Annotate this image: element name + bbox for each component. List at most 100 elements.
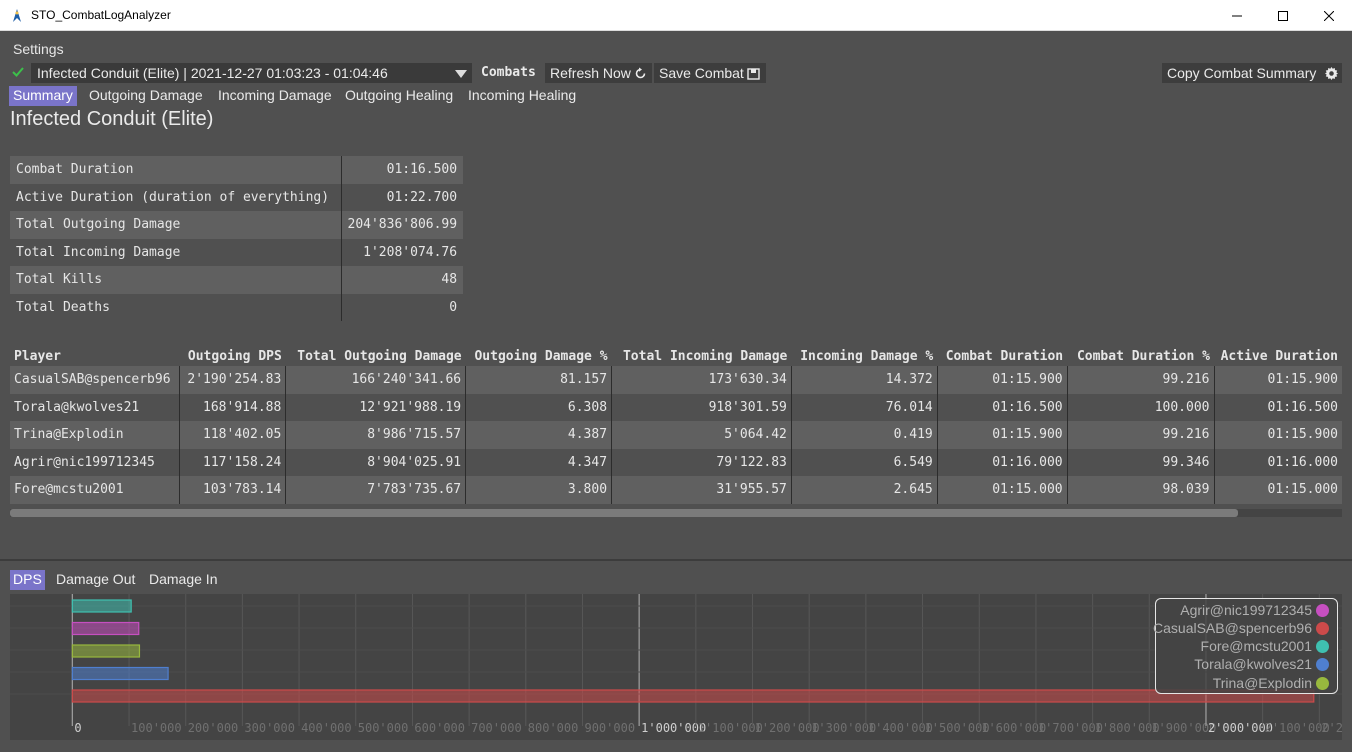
- chart-bar[interactable]: [71, 644, 141, 658]
- table-cell: 4.347: [465, 448, 612, 476]
- chart-bar[interactable]: [71, 599, 132, 613]
- table-cell: 7'783'735.67: [285, 476, 466, 504]
- tab-incoming-damage[interactable]: Incoming Damage: [214, 86, 336, 106]
- table-cell: 6.549: [790, 448, 938, 476]
- table-cell: 99.216: [1066, 366, 1214, 394]
- save-combat-label: Save Combat: [659, 65, 744, 81]
- x-tick-label: 500'000: [358, 721, 409, 735]
- refresh-button[interactable]: Refresh Now: [545, 63, 652, 83]
- column-header[interactable]: Total Incoming Damage: [612, 344, 792, 366]
- x-tick-label: 1'400'000: [868, 721, 933, 735]
- table-row[interactable]: CasualSAB@spencerb96 2'190'254.83 166'240'…: [10, 366, 1342, 394]
- x-tick-label: 2'000'000: [1208, 721, 1273, 735]
- column-header[interactable]: Player: [10, 344, 180, 366]
- table-cell: 918'301.59: [611, 393, 792, 421]
- scrollbar-thumb[interactable]: [10, 509, 1238, 517]
- summary-row: Active Duration (duration of everything)…: [10, 183, 464, 211]
- tab-outgoing-healing[interactable]: Outgoing Healing: [341, 86, 457, 106]
- combat-select[interactable]: Infected Conduit (Elite) | 2021-12-27 01…: [31, 63, 472, 83]
- summary-label: Total Incoming Damage: [10, 238, 341, 266]
- table-cell: 98.039: [1066, 476, 1214, 504]
- x-tick-label: 300'000: [244, 721, 295, 735]
- refresh-icon: [635, 67, 646, 78]
- dps-chart[interactable]: 0 100'000 200'000 300'000 400'000 500'000 600'…: [10, 594, 1342, 740]
- x-tick-label: 1'100'000: [698, 721, 763, 735]
- table-cell: 100.000: [1066, 393, 1214, 421]
- page-title: Infected Conduit (Elite): [10, 108, 214, 130]
- summary-label: Combat Duration: [10, 156, 341, 184]
- minimize-button[interactable]: [1214, 0, 1260, 31]
- table-cell: 6.308: [465, 393, 612, 421]
- legend-item[interactable]: CasualSAB@spencerb96: [1153, 619, 1329, 637]
- x-tick-label: 1'800'000: [1095, 721, 1160, 735]
- tab-outgoing-damage[interactable]: Outgoing Damage: [85, 86, 207, 106]
- table-cell: 99.216: [1066, 421, 1214, 449]
- summary-value: 01:16.500: [340, 156, 464, 184]
- refresh-label: Refresh Now: [550, 65, 631, 81]
- table-cell: 01:16.500: [936, 393, 1068, 421]
- table-cell: 01:15.000: [1213, 476, 1342, 504]
- legend-item[interactable]: Agrir@nic199712345: [1180, 601, 1329, 619]
- combat-select-value: Infected Conduit (Elite) | 2021-12-27 01…: [37, 65, 388, 81]
- table-row[interactable]: Fore@mcstu2001 103'783.14 7'783'735.67 3.80…: [10, 476, 1342, 504]
- tab-dps[interactable]: DPS: [10, 570, 45, 590]
- tab-incoming-healing[interactable]: Incoming Healing: [464, 86, 580, 106]
- panel-divider[interactable]: [0, 559, 1352, 561]
- player-name-cell: Torala@kwolves21: [10, 393, 180, 421]
- summary-row: Total Deaths 0: [10, 293, 464, 321]
- legend-item[interactable]: Fore@mcstu2001: [1201, 637, 1329, 655]
- horizontal-scrollbar[interactable]: [10, 509, 1342, 517]
- summary-row: Total Incoming Damage 1'208'074.76: [10, 238, 464, 266]
- chart-legend: Agrir@nic199712345 CasualSAB@spencerb96 …: [1153, 598, 1338, 694]
- tab-damage-in[interactable]: Damage In: [146, 570, 220, 590]
- player-table: Player Outgoing DPS Total Outgoing Damag…: [10, 344, 1342, 504]
- table-cell: 76.014: [790, 393, 938, 421]
- chart-bar[interactable]: [71, 689, 1315, 703]
- table-row[interactable]: Trina@Explodin 118'402.05 8'986'715.57 4.38…: [10, 421, 1342, 449]
- column-header[interactable]: Outgoing Damage %: [466, 344, 612, 366]
- chart-bar[interactable]: [71, 666, 169, 681]
- column-header[interactable]: Active Duration: [1214, 344, 1342, 366]
- column-header[interactable]: Combat Duration: [937, 344, 1067, 366]
- table-cell: 99.346: [1066, 448, 1214, 476]
- x-tick-label: 1'000'000: [641, 721, 706, 735]
- table-row[interactable]: Agrir@nic199712345 117'158.24 8'904'025.91…: [10, 448, 1342, 476]
- chart-bar[interactable]: [71, 621, 140, 636]
- close-button[interactable]: [1306, 0, 1352, 31]
- settings-button[interactable]: [1320, 63, 1342, 83]
- x-tick-label: 200'000: [188, 721, 239, 735]
- column-header[interactable]: Outgoing DPS: [180, 344, 286, 366]
- save-combat-button[interactable]: Save Combat: [654, 63, 766, 83]
- summary-row: Combat Duration 01:16.500: [10, 156, 464, 184]
- table-cell: 01:15.000: [936, 476, 1068, 504]
- table-cell: 01:16.000: [1213, 448, 1342, 476]
- table-row[interactable]: Torala@kwolves21 168'914.88 12'921'988.19 6…: [10, 393, 1342, 421]
- table-cell: 31'955.57: [611, 476, 792, 504]
- tab-summary[interactable]: Summary: [9, 86, 77, 106]
- summary-value: 01:22.700: [340, 183, 464, 211]
- legend-label: Agrir@nic199712345: [1180, 602, 1312, 618]
- table-cell: 173'630.34: [611, 366, 792, 394]
- chevron-down-icon: [455, 70, 467, 78]
- legend-swatch: [1316, 657, 1329, 671]
- legend-swatch: [1316, 676, 1329, 690]
- column-header[interactable]: Total Outgoing Damage: [286, 344, 466, 366]
- table-cell: 4.387: [465, 421, 612, 449]
- legend-item[interactable]: Trina@Explodin: [1213, 674, 1329, 692]
- column-header[interactable]: Incoming Damage %: [791, 344, 937, 366]
- x-tick-label: 1'300'000: [811, 721, 876, 735]
- maximize-button[interactable]: [1260, 0, 1306, 31]
- table-cell: 5'064.42: [611, 421, 792, 449]
- column-header[interactable]: Combat Duration %: [1067, 344, 1214, 366]
- copy-summary-button[interactable]: Copy Combat Summary: [1162, 63, 1322, 83]
- settings-menu[interactable]: Settings: [13, 41, 64, 57]
- legend-swatch: [1316, 639, 1329, 653]
- player-name-cell: Trina@Explodin: [10, 421, 180, 449]
- table-header-row: Player Outgoing DPS Total Outgoing Damag…: [10, 344, 1342, 366]
- legend-item[interactable]: Torala@kwolves21: [1194, 655, 1329, 673]
- copy-summary-label: Copy Combat Summary: [1167, 65, 1317, 81]
- x-tick-label: 700'000: [471, 721, 522, 735]
- tab-damage-out[interactable]: Damage Out: [53, 570, 138, 590]
- table-cell: 103'783.14: [179, 476, 286, 504]
- x-tick-label: 900'000: [584, 721, 635, 735]
